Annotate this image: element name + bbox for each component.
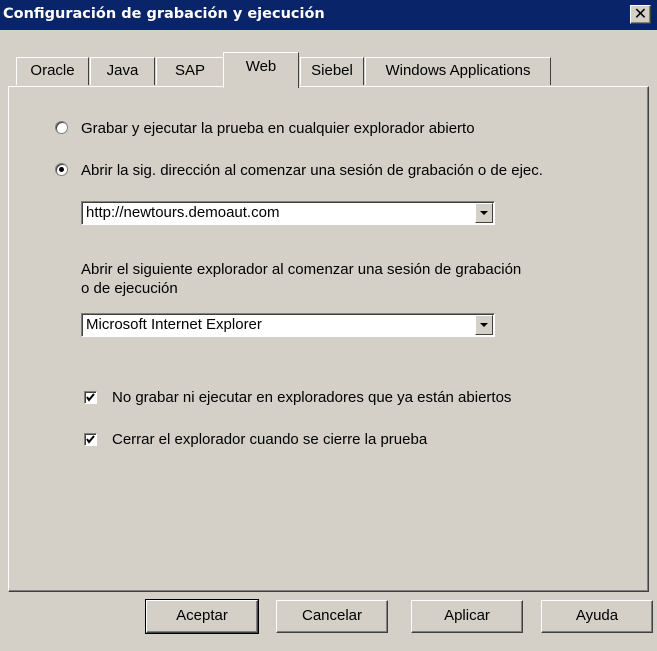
radio-open-url[interactable]: [55, 163, 68, 176]
radio-any-browser[interactable]: [55, 121, 68, 134]
window-title: Configuración de grabación y ejecución: [3, 6, 325, 22]
checkbox-close-browser[interactable]: [84, 433, 97, 446]
checkbox-no-open-browsers[interactable]: [84, 391, 97, 404]
chevron-down-icon: [480, 323, 488, 327]
browser-prompt-line2: o de ejecución: [81, 280, 178, 297]
tab-sap[interactable]: SAP: [156, 57, 224, 85]
help-button[interactable]: Ayuda: [541, 600, 653, 633]
title-bar[interactable]: Configuración de grabación y ejecución ✕: [0, 0, 657, 30]
tab-java[interactable]: Java: [90, 57, 155, 85]
close-button[interactable]: ✕: [630, 4, 651, 24]
url-combo[interactable]: http://newtours.demoaut.com: [81, 201, 495, 225]
checkmark-icon: [86, 435, 95, 444]
cancel-button[interactable]: Cancelar: [276, 600, 388, 633]
ok-button[interactable]: Aceptar: [145, 599, 259, 634]
browser-combo-value: Microsoft Internet Explorer: [86, 316, 262, 333]
tab-windows-applications[interactable]: Windows Applications: [365, 57, 551, 85]
close-icon: ✕: [633, 4, 648, 23]
browser-combo-dropdown-button[interactable]: [475, 315, 493, 335]
browser-prompt-line1: Abrir el siguiente explorador al comenza…: [81, 261, 522, 278]
url-combo-dropdown-button[interactable]: [475, 203, 493, 223]
browser-combo[interactable]: Microsoft Internet Explorer: [81, 313, 495, 337]
radio-any-browser-label[interactable]: Grabar y ejecutar la prueba en cualquier…: [81, 120, 475, 137]
tab-web[interactable]: Web: [223, 52, 299, 88]
url-combo-value: http://newtours.demoaut.com: [86, 204, 280, 221]
checkbox-no-open-browsers-label[interactable]: No grabar ni ejecutar en exploradores qu…: [112, 389, 511, 406]
tab-siebel[interactable]: Siebel: [300, 57, 364, 85]
tab-oracle[interactable]: Oracle: [16, 57, 89, 85]
checkbox-close-browser-label[interactable]: Cerrar el explorador cuando se cierre la…: [112, 431, 427, 448]
chevron-down-icon: [480, 211, 488, 215]
apply-button[interactable]: Aplicar: [411, 600, 523, 633]
checkmark-icon: [86, 393, 95, 402]
radio-open-url-label[interactable]: Abrir la sig. dirección al comenzar una …: [81, 162, 543, 179]
radio-selected-dot: [59, 167, 64, 172]
